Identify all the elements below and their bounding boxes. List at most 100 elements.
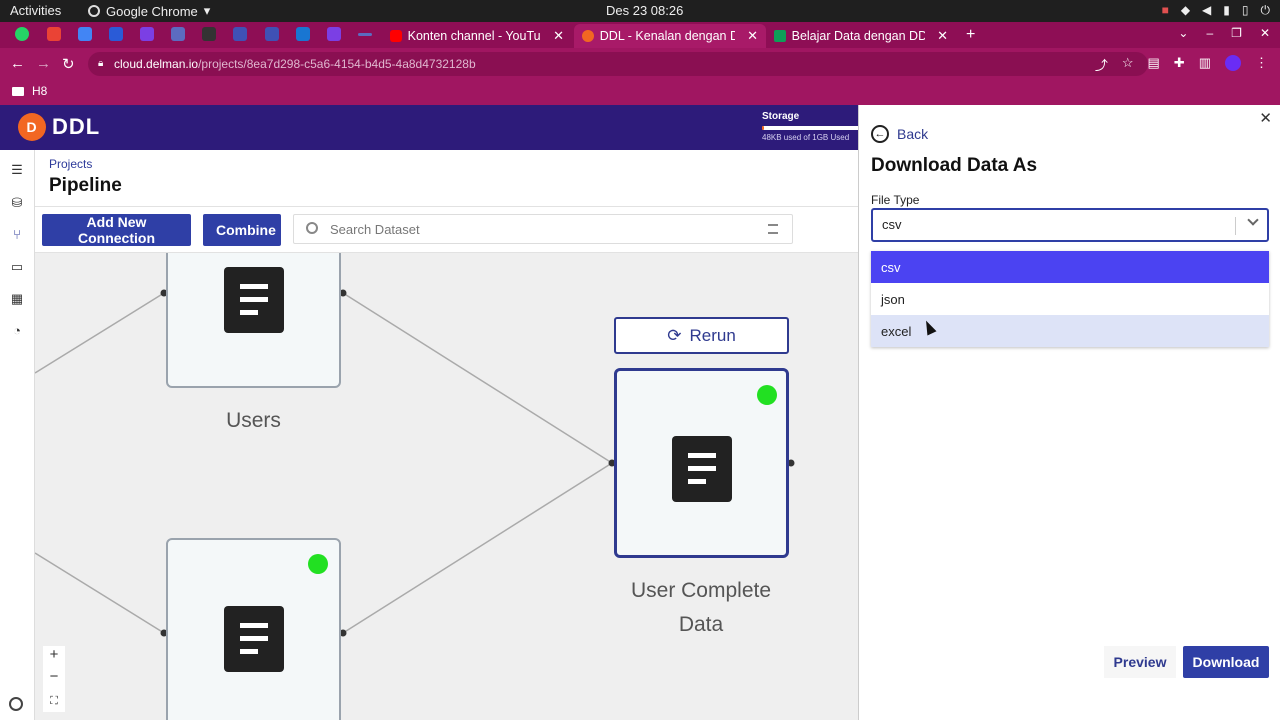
browser-tab-strip: Konten channel - YouTube ✕ DDL - Kenalan… xyxy=(0,22,1280,48)
volume-icon: ◀ xyxy=(1202,3,1212,17)
panel-title: Download Data As xyxy=(871,155,1038,176)
node-label-user-complete-data: User Complete Data xyxy=(601,574,801,642)
bookmarks-bar: H8 xyxy=(0,80,1280,105)
node-label-line1: User Complete xyxy=(630,579,772,602)
reload-icon[interactable]: ↻ xyxy=(62,55,75,73)
rerun-label: Rerun xyxy=(689,325,736,345)
close-tab-icon[interactable]: ✕ xyxy=(747,28,758,44)
star-icon[interactable]: ☆ xyxy=(1122,55,1134,74)
new-tab-button[interactable]: + xyxy=(966,26,975,44)
dataset-doc-icon xyxy=(672,436,732,502)
url-field[interactable]: 🔒︎ cloud.delman.io/projects/8ea7d298-c5a… xyxy=(88,52,1148,76)
chrome-icon xyxy=(88,5,100,17)
chevron-down-icon[interactable] xyxy=(1247,214,1259,226)
arrow-left-icon: ← xyxy=(871,125,889,143)
ddl-logo-icon: D xyxy=(18,113,46,141)
dataset-doc-icon xyxy=(224,267,284,333)
add-new-connection-button[interactable]: Add New Connection xyxy=(42,214,191,246)
pipeline-icon[interactable]: ⑂ xyxy=(9,227,25,243)
gmail-pinned-tab-icon[interactable] xyxy=(47,27,61,41)
gauge-icon[interactable]: ◔ xyxy=(9,323,25,339)
bookmark-folder[interactable]: H8 xyxy=(12,84,47,98)
search-input[interactable] xyxy=(330,220,750,238)
maximize-icon[interactable]: ❐ xyxy=(1231,26,1242,40)
tool-pinned-tab-icon[interactable] xyxy=(296,27,310,41)
back-button[interactable]: ← Back xyxy=(871,125,928,143)
dataset-node-user-complete-data[interactable] xyxy=(614,368,789,558)
hamburger-menu-icon[interactable]: ☰ xyxy=(9,162,25,178)
close-tab-icon[interactable]: ✕ xyxy=(553,28,564,44)
list-pinned-tab-icon[interactable] xyxy=(233,27,247,41)
database-icon[interactable]: ⛁ xyxy=(9,195,25,211)
reading-list-icon[interactable]: ▤ xyxy=(1148,55,1160,74)
tab-title: Belajar Data dengan DDL xyxy=(791,29,926,43)
download-button[interactable]: Download xyxy=(1183,646,1269,678)
ddl-logo[interactable]: D DDL xyxy=(18,113,100,141)
app-header: D DDL Storage 48KB used of 1GB Used xyxy=(0,105,858,150)
connection-line xyxy=(35,292,165,374)
forward-icon[interactable]: → xyxy=(36,55,51,72)
edit-pinned-tab-icon[interactable] xyxy=(202,27,216,41)
pipeline-canvas[interactable]: Users ⟳ Rerun User Complete Data + − ⛶ xyxy=(35,253,858,720)
close-tab-icon[interactable]: ✕ xyxy=(937,28,948,44)
minimize-icon[interactable]: – xyxy=(1206,26,1213,40)
camera-icon: ■ xyxy=(1161,3,1169,17)
tab-search-icon[interactable]: ⌄ xyxy=(1178,26,1188,40)
filter-icon[interactable] xyxy=(768,224,778,234)
system-tray[interactable]: ■ ◆ ◀ ▮ ▯ ⏻ xyxy=(1162,3,1270,18)
clock[interactable]: Des 23 08:26 xyxy=(606,3,683,18)
file-type-select[interactable]: csv xyxy=(871,208,1269,242)
doc-pinned-tab-icon[interactable] xyxy=(109,27,123,41)
select-separator xyxy=(1235,217,1236,235)
preview-button[interactable]: Preview xyxy=(1104,646,1176,678)
close-window-icon[interactable]: ✕ xyxy=(1260,26,1270,40)
list-pinned-tab-icon-2[interactable] xyxy=(265,27,279,41)
rerun-button[interactable]: ⟳ Rerun xyxy=(614,317,789,354)
extensions-icon[interactable]: ✚ xyxy=(1174,55,1185,74)
share-icon[interactable]: ⤴ xyxy=(1095,55,1108,74)
app-menu[interactable]: Google Chrome ▾ xyxy=(88,3,210,19)
grid-icon[interactable]: ▦ xyxy=(9,291,25,307)
node-label-users: Users xyxy=(226,409,281,432)
youtube-icon xyxy=(390,30,402,42)
close-icon[interactable]: ✕ xyxy=(1259,109,1272,127)
zoom-in-button[interactable]: + xyxy=(43,646,65,668)
calendar-pinned-tab-icon[interactable] xyxy=(78,27,92,41)
folder-icon xyxy=(12,86,24,96)
monitor-icon[interactable]: ▭ xyxy=(9,259,25,275)
contacts-pinned-tab-icon[interactable] xyxy=(171,27,185,41)
tab-youtube[interactable]: Konten channel - YouTube ✕ xyxy=(382,24,572,48)
shield-pinned-tab-icon-2[interactable] xyxy=(327,27,341,41)
line-pinned-tab-icon[interactable] xyxy=(358,33,372,36)
breadcrumb-projects[interactable]: Projects xyxy=(49,157,92,171)
tab-ddl[interactable]: DDL - Kenalan dengan DDL ✕ xyxy=(574,24,766,48)
option-csv[interactable]: csv xyxy=(871,251,1269,283)
page-title: Pipeline xyxy=(49,175,122,196)
lock-icon: 🔒︎ xyxy=(98,58,104,69)
sidepanel-icon[interactable]: ▥ xyxy=(1199,55,1211,74)
storage-bar xyxy=(762,126,858,130)
tab-title: DDL - Kenalan dengan DDL xyxy=(599,29,736,43)
whatsapp-pinned-tab-icon[interactable] xyxy=(15,27,29,41)
back-icon[interactable]: ← xyxy=(10,55,25,72)
battery-icon: ▯ xyxy=(1241,3,1249,17)
page-header: Projects Pipeline xyxy=(35,150,858,207)
dataset-node-users[interactable] xyxy=(166,253,341,388)
storage-used: 48KB used of 1GB Used xyxy=(762,133,850,142)
url-path: /projects/8ea7d298-c5a6-4154-b4d5-4a8d47… xyxy=(198,57,476,71)
tab-sheets[interactable]: Belajar Data dengan DDL ✕ xyxy=(766,24,956,48)
profile-avatar[interactable] xyxy=(1225,55,1241,71)
option-json[interactable]: json xyxy=(871,283,1269,315)
app-name: Google Chrome xyxy=(106,3,198,19)
fit-view-icon[interactable]: ⛶ xyxy=(43,690,65,712)
shield-pinned-tab-icon[interactable] xyxy=(140,27,154,41)
url-host: cloud.delman.io xyxy=(114,57,199,71)
settings-gear-icon[interactable] xyxy=(9,697,23,711)
bookmark-folder-label: H8 xyxy=(32,84,48,98)
combine-button[interactable]: Combine xyxy=(203,214,281,246)
storage-indicator: Storage 48KB used of 1GB Used xyxy=(762,111,858,142)
dataset-node-bottom[interactable] xyxy=(166,538,341,720)
menu-kebab-icon[interactable]: ⋮ xyxy=(1255,55,1268,74)
activities-button[interactable]: Activities xyxy=(10,3,61,18)
zoom-out-button[interactable]: − xyxy=(43,668,65,690)
